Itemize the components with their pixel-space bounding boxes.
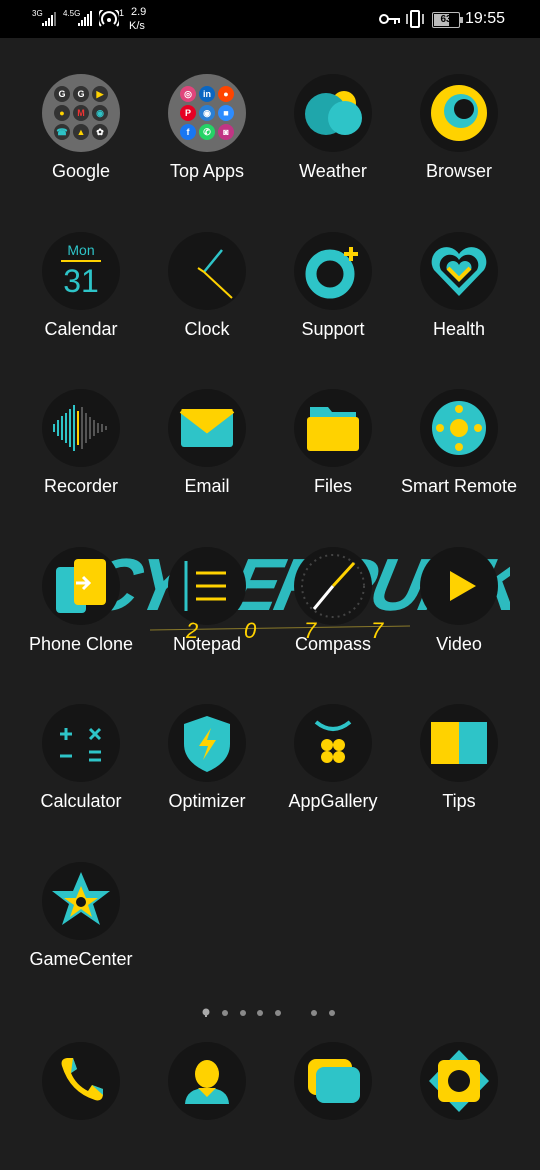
vibrate-icon	[406, 10, 424, 28]
app-label: Health	[432, 319, 486, 339]
email-icon	[168, 389, 246, 467]
app-label: Calendar	[44, 319, 118, 339]
contacts-icon	[185, 1060, 229, 1104]
app-health[interactable]: Health	[396, 224, 522, 354]
dock-phone[interactable]	[42, 1042, 120, 1120]
app-support[interactable]: Support	[270, 224, 396, 354]
page-dot	[275, 1010, 281, 1016]
app-optimizer[interactable]: Optimizer	[144, 696, 270, 826]
app-label: Tips	[442, 791, 476, 811]
health-icon	[420, 232, 498, 310]
app-calculator[interactable]: Calculator	[18, 696, 144, 826]
support-icon	[294, 232, 372, 310]
compass-icon	[294, 547, 372, 625]
signal-icon-1	[42, 12, 56, 26]
app-label: GameCenter	[29, 949, 133, 969]
page-dot	[257, 1010, 263, 1016]
app-label: Files	[313, 476, 352, 496]
phone-icon	[61, 1058, 103, 1101]
app-label: Email	[184, 476, 230, 496]
browser-icon	[420, 74, 498, 152]
page-dot	[329, 1010, 335, 1016]
app-compass[interactable]: Compass	[270, 539, 396, 669]
calendar-icon: Mon 31	[42, 232, 120, 310]
app-label: Weather	[299, 161, 367, 181]
camera-icon	[429, 1050, 489, 1112]
app-video[interactable]: Video	[396, 539, 522, 669]
app-label: Optimizer	[168, 791, 246, 811]
clock-icon	[168, 232, 246, 310]
calendar-icon-day: Mon	[67, 242, 95, 258]
battery-icon: 63	[432, 12, 463, 28]
app-smart-remote[interactable]: Smart Remote	[396, 381, 522, 511]
dock-messages[interactable]	[294, 1042, 372, 1120]
net-speed-value: 2.9	[131, 6, 147, 18]
app-recorder[interactable]: Recorder	[18, 381, 144, 511]
app-label: Recorder	[43, 476, 119, 496]
home-page-icon	[202, 1008, 210, 1017]
app-label: Smart Remote	[400, 476, 518, 496]
app-label: AppGallery	[288, 791, 378, 811]
appgallery-icon	[294, 704, 372, 782]
calendar-icon-date: 31	[63, 263, 99, 299]
key-icon	[379, 14, 400, 24]
app-label: Support	[301, 319, 365, 339]
app-label: Video	[436, 634, 482, 654]
page-indicator[interactable]	[0, 1008, 540, 1018]
app-label: Compass	[294, 634, 372, 654]
app-label: Calculator	[40, 791, 122, 811]
page-dot	[240, 1010, 246, 1016]
gamecenter-icon	[42, 862, 120, 940]
clock-time: 19:55	[465, 10, 506, 27]
video-icon	[420, 547, 498, 625]
tips-icon	[420, 704, 498, 782]
app-top-apps-folder[interactable]: ◎ in ● P ◉ ■ f ✆ ◙ Top Apps	[144, 66, 270, 196]
battery-level: 63	[440, 14, 452, 25]
app-appgallery[interactable]: AppGallery	[270, 696, 396, 826]
app-notepad[interactable]: Notepad	[144, 539, 270, 669]
net-speed-unit: K/s	[129, 20, 145, 32]
weather-icon	[294, 74, 372, 152]
page-dot	[311, 1010, 317, 1016]
app-clock[interactable]: Clock	[144, 224, 270, 354]
calculator-icon	[42, 704, 120, 782]
dock-camera[interactable]	[420, 1042, 498, 1120]
app-label: Phone Clone	[28, 634, 134, 654]
app-calendar[interactable]: Mon 31 Calendar	[18, 224, 144, 354]
optimizer-icon	[168, 704, 246, 782]
hotspot-count: 1	[119, 8, 125, 18]
signal-icon-2	[78, 11, 92, 26]
google-folder-icon: G G ▶ ● M ◉ ☎ ▲ ✿	[42, 74, 120, 152]
app-browser[interactable]: Browser	[396, 66, 522, 196]
notepad-icon	[168, 547, 246, 625]
status-bar: 3G 4.5G 1 2.9 K/s 63 19:55	[0, 0, 540, 38]
app-phone-clone[interactable]: Phone Clone	[18, 539, 144, 669]
smart-remote-icon	[420, 389, 498, 467]
recorder-icon	[42, 389, 120, 467]
app-files[interactable]: Files	[270, 381, 396, 511]
app-weather[interactable]: Weather	[270, 66, 396, 196]
app-label: Clock	[184, 319, 230, 339]
app-label: Top Apps	[169, 161, 245, 181]
dock-contacts[interactable]	[168, 1042, 246, 1120]
phone-clone-icon	[42, 547, 120, 625]
app-label: Browser	[425, 161, 492, 181]
hotspot-icon	[99, 10, 119, 27]
app-email[interactable]: Email	[144, 381, 270, 511]
app-label: Notepad	[172, 634, 242, 654]
top-apps-folder-icon: ◎ in ● P ◉ ■ f ✆ ◙	[168, 74, 246, 152]
page-dot	[222, 1010, 228, 1016]
app-label: Google	[51, 161, 111, 181]
files-icon	[294, 389, 372, 467]
app-tips[interactable]: Tips	[396, 696, 522, 826]
messages-icon	[308, 1059, 360, 1103]
app-gamecenter[interactable]: GameCenter	[18, 854, 144, 984]
app-google-folder[interactable]: G G ▶ ● M ◉ ☎ ▲ ✿ Google	[18, 66, 144, 196]
